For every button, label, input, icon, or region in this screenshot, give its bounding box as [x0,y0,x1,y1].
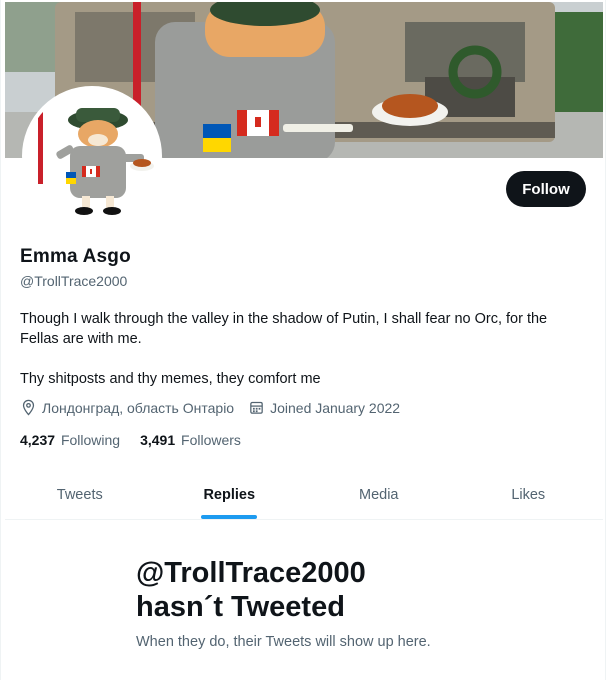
profile-handle: @TrollTrace2000 [20,273,128,289]
profile-avatar[interactable] [22,86,162,226]
followers-label: Followers [181,432,241,448]
followers-count: 3,491 [140,432,176,448]
following-label: Following [60,432,121,448]
bio-line-2: Thy shitposts and thy memes, they comfor… [20,371,321,387]
follow-button[interactable]: Follow [506,171,586,207]
tab-tweets[interactable]: Tweets [5,470,155,519]
bio-line-1: Though I walk through the valley in the … [20,311,548,347]
following-link[interactable]: 4,237 Following [20,432,120,448]
tab-replies[interactable]: Replies [155,470,305,519]
profile-meta: Лондонград, область Онтаріо Joined Janua… [20,399,414,416]
followers-link[interactable]: 3,491 Followers [140,432,241,448]
profile-tabs: Tweets Replies Media Likes [5,470,603,520]
empty-state-title: @TrollTrace2000 hasn´t Tweeted [136,557,366,623]
joined-item: Joined January 2022 [248,399,400,416]
tab-likes[interactable]: Likes [454,470,604,519]
profile-frame: Follow Emma Asgo @TrollTrace2000 Though … [0,0,606,680]
calendar-icon [250,401,263,414]
empty-state-subtitle: When they do, their Tweets will show up … [136,634,431,650]
tab-media[interactable]: Media [304,470,454,519]
location-item: Лондонград, область Онтаріо [20,399,234,416]
empty-state: @TrollTrace2000 hasn´t Tweeted When they… [136,556,556,650]
joined-text: Joined January 2022 [270,399,401,416]
location-pin-icon [22,399,35,416]
following-count: 4,237 [20,432,56,448]
profile-bio: Though I walk through the valley in the … [20,309,580,409]
active-tab-indicator [201,515,258,519]
profile-stats: 4,237 Following 3,491 Followers [20,432,261,448]
profile-name: Emma Asgo [20,246,131,267]
location-text: Лондонград, область Онтаріо [42,399,235,416]
